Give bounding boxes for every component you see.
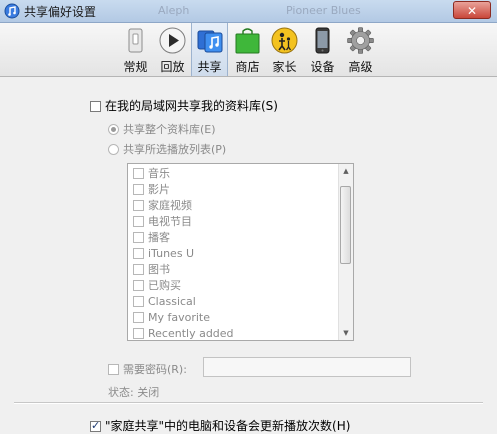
tab-playback-label: 回放 — [160, 60, 185, 74]
require-password-label: 需要密码(R): — [123, 363, 187, 376]
shopping-bag-icon — [235, 28, 260, 54]
gear-icon — [347, 27, 374, 54]
tab-playback[interactable]: 回放 — [154, 23, 191, 76]
playlist-checkbox[interactable] — [133, 296, 144, 307]
iphone-icon — [315, 27, 330, 54]
playlist-checkbox[interactable] — [133, 184, 144, 195]
list-item[interactable]: 家庭视频 — [133, 198, 192, 214]
tab-devices[interactable]: 设备 — [304, 23, 341, 76]
background-text: Aleph — [158, 4, 190, 17]
playlist-label: 图书 — [148, 263, 170, 276]
tab-general[interactable]: 常规 — [117, 23, 154, 76]
password-field[interactable] — [203, 357, 411, 377]
scroll-down-icon[interactable]: ▼ — [339, 326, 353, 340]
share-library-label: 在我的局域网共享我的资料库(S) — [105, 99, 278, 113]
list-item[interactable]: 播客 — [133, 230, 170, 246]
tab-parental-label: 家长 — [272, 60, 297, 74]
list-item[interactable]: 已购买 — [133, 278, 181, 294]
playlist-label: Classical — [148, 295, 196, 308]
playlist-label: iTunes U — [148, 247, 195, 260]
playlist-checkbox[interactable] — [133, 232, 144, 243]
require-password-checkbox[interactable] — [108, 364, 119, 375]
playlist-label: Recently added — [148, 327, 234, 340]
playlist-checkbox[interactable] — [133, 280, 144, 291]
device-switch-icon — [128, 28, 143, 53]
playlist-label: 电视节目 — [148, 215, 192, 228]
playlist-label: My favorite — [148, 311, 211, 324]
list-item[interactable]: Classical — [133, 294, 196, 310]
tab-devices-label: 设备 — [310, 60, 335, 74]
itunes-app-icon — [4, 3, 20, 19]
share-entire-radio[interactable] — [108, 124, 119, 135]
scroll-thumb[interactable] — [340, 186, 351, 264]
playlist-label: 家庭视频 — [148, 199, 192, 212]
home-sharing-option[interactable]: "家庭共享"中的电脑和设备会更新播放次数(H) — [90, 417, 350, 434]
list-item[interactable]: 电视节目 — [133, 214, 192, 230]
playlist-label: 音乐 — [148, 167, 170, 180]
share-entire-label: 共享整个资料库(E) — [123, 123, 216, 136]
playlist-checkbox[interactable] — [133, 312, 144, 323]
share-entire-option[interactable]: 共享整个资料库(E) — [108, 121, 216, 137]
share-library-checkbox[interactable] — [90, 101, 101, 112]
music-note-icon — [197, 30, 223, 53]
sharing-panel: 在我的局域网共享我的资料库(S) 共享整个资料库(E) 共享所选播放列表(P) … — [0, 77, 497, 433]
list-item[interactable]: 图书 — [133, 262, 170, 278]
playlist-label: 已购买 — [148, 279, 181, 292]
background-text: Pioneer Blues — [286, 4, 361, 17]
tab-store[interactable]: 商店 — [229, 23, 266, 76]
window-title: 共享偏好设置 — [24, 5, 97, 19]
playlist-label: 播客 — [148, 231, 170, 244]
tab-parental[interactable]: 家长 — [266, 23, 303, 76]
tab-sharing-label: 共享 — [197, 60, 222, 74]
tab-sharing[interactable]: 共享 — [191, 23, 228, 76]
tab-store-label: 商店 — [235, 60, 260, 74]
scroll-up-icon[interactable]: ▲ — [339, 164, 353, 178]
home-sharing-label: "家庭共享"中的电脑和设备会更新播放次数(H) — [105, 419, 351, 433]
playlist-checkbox[interactable] — [133, 328, 144, 339]
share-selected-label: 共享所选播放列表(P) — [123, 143, 227, 156]
list-scrollbar[interactable]: ▲ ▼ — [338, 164, 353, 340]
share-selected-option[interactable]: 共享所选播放列表(P) — [108, 141, 226, 157]
preferences-toolbar: 常规 回放 共享 商店 家长 设备 高级 — [0, 23, 497, 77]
tab-advanced[interactable]: 高级 — [342, 23, 379, 76]
share-library-option[interactable]: 在我的局域网共享我的资料库(S) — [90, 97, 278, 114]
playlist-checkbox[interactable] — [133, 168, 144, 179]
list-item[interactable]: Recently added — [133, 326, 234, 340]
tab-general-label: 常规 — [123, 60, 148, 74]
playlist-checkbox[interactable] — [133, 216, 144, 227]
playlist-checkbox[interactable] — [133, 248, 144, 259]
list-item[interactable]: iTunes U — [133, 246, 194, 262]
require-password-option[interactable]: 需要密码(R): — [108, 361, 187, 377]
sharing-status: 状态: 关闭 — [108, 386, 160, 399]
list-item[interactable]: My favorite — [133, 310, 210, 326]
tab-advanced-label: 高级 — [348, 60, 373, 74]
share-selected-radio[interactable] — [108, 144, 119, 155]
play-icon — [159, 27, 186, 54]
parental-icon — [271, 27, 298, 54]
playlist-checkbox[interactable] — [133, 264, 144, 275]
close-button[interactable]: ✕ — [453, 1, 491, 19]
playlist-checkbox[interactable] — [133, 200, 144, 211]
playlist-label: 影片 — [148, 183, 170, 196]
playlist-list[interactable]: 音乐 影片 家庭视频 电视节目 播客 iTunes U 图书 已购买 Class… — [127, 163, 354, 341]
section-divider — [14, 402, 483, 404]
list-item[interactable]: 音乐 — [133, 166, 170, 182]
title-bar: 共享偏好设置 Aleph Pioneer Blues ✕ — [0, 0, 497, 23]
list-item[interactable]: 影片 — [133, 182, 170, 198]
